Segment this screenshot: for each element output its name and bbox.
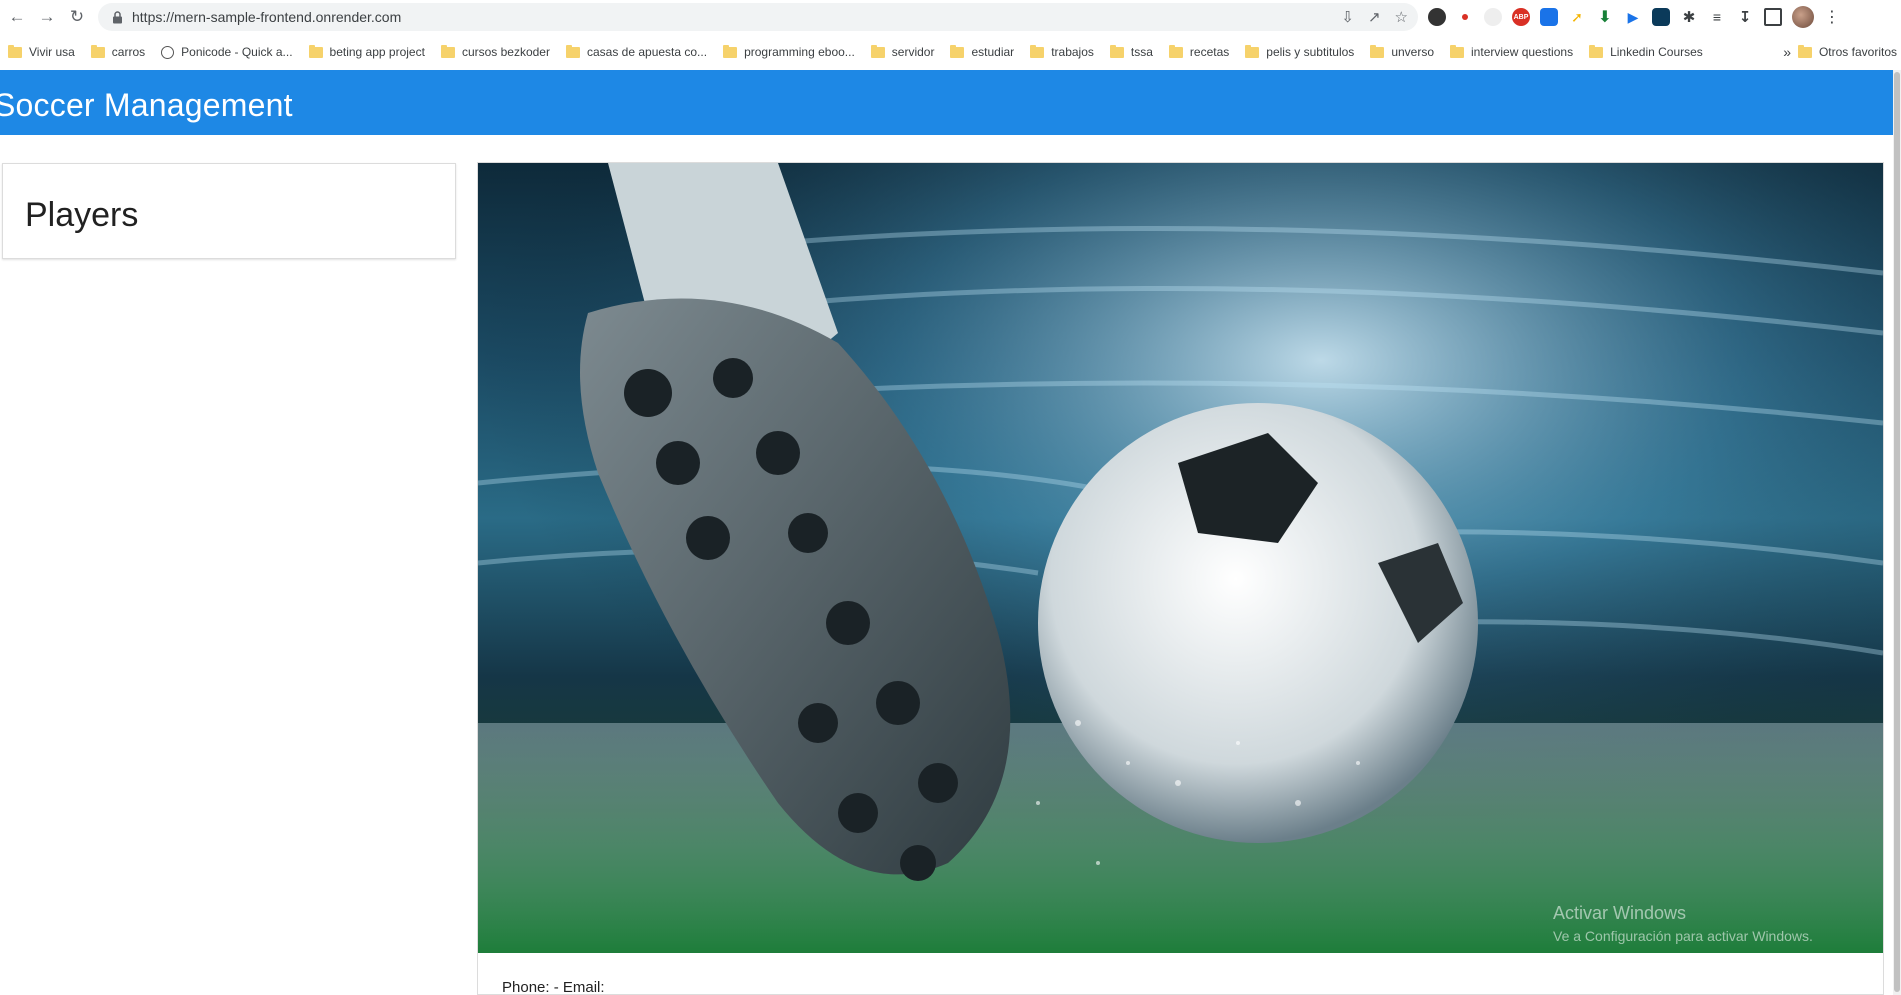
- hero-image: [478, 163, 1883, 953]
- bookmark-item[interactable]: Linkedin Courses: [1581, 40, 1711, 64]
- reading-list-icon[interactable]: ≡: [1708, 8, 1726, 26]
- bookmark-label: trabajos: [1051, 45, 1094, 59]
- puzzle-icon[interactable]: ✱: [1680, 8, 1698, 26]
- bookmark-item[interactable]: interview questions: [1442, 40, 1581, 64]
- watermark-line1: Activar Windows: [1553, 903, 1687, 923]
- bookmark-label: tssa: [1130, 45, 1153, 59]
- bookmark-label: casas de apuesta co...: [586, 45, 708, 59]
- bookmark-item[interactable]: Ponicode - Quick a...: [153, 40, 300, 64]
- main-content-card: Phone: - Email:: [477, 162, 1884, 995]
- downloads-icon[interactable]: ↧: [1736, 8, 1754, 26]
- back-icon[interactable]: ←: [4, 4, 30, 30]
- windows-activation-watermark: Activar Windows Ve a Configuración para …: [1553, 903, 1813, 944]
- bookmark-label: beting app project: [329, 45, 425, 59]
- folder-icon: [1168, 44, 1183, 58]
- scrollbar-thumb[interactable]: [1894, 72, 1900, 992]
- folder-icon: [8, 44, 22, 58]
- install-icon[interactable]: ⇩: [1341, 8, 1354, 26]
- contact-line: Phone: - Email:: [502, 979, 605, 995]
- bookmark-label: cursos bezkoder: [461, 45, 550, 59]
- bookmark-label: Vivir usa: [29, 45, 75, 59]
- folder-icon: [565, 44, 580, 58]
- watermark-line2: Ve a Configuración para activar Windows.: [1553, 928, 1813, 944]
- record-extension-icon[interactable]: [1456, 8, 1474, 26]
- extension-icon[interactable]: ➚: [1568, 8, 1586, 26]
- site-icon: [161, 45, 175, 59]
- bookmark-item[interactable]: casas de apuesta co...: [558, 40, 715, 64]
- bookmark-label: programming eboo...: [744, 45, 855, 59]
- extension-icon[interactable]: ▶: [1624, 8, 1642, 26]
- bookmark-label: servidor: [891, 45, 935, 59]
- extension-icon[interactable]: [1428, 8, 1446, 26]
- browser-toolbar: ← → ↻ https://mern-sample-frontend.onren…: [0, 0, 1901, 34]
- extension-icon[interactable]: [1540, 8, 1558, 26]
- bookmark-item[interactable]: tssa: [1102, 40, 1161, 64]
- bookmark-item[interactable]: beting app project: [301, 40, 433, 64]
- folder-icon: [1109, 44, 1124, 58]
- profile-avatar[interactable]: [1792, 6, 1814, 28]
- folder-icon: [1589, 44, 1604, 58]
- bookmark-label: Ponicode - Quick a...: [181, 45, 293, 59]
- app-title: Soccer Management: [0, 87, 293, 123]
- extension-icon[interactable]: [1652, 8, 1670, 26]
- bookmark-label: estudiar: [971, 45, 1015, 59]
- extension-icon[interactable]: [1484, 8, 1502, 26]
- folder-icon: [1030, 44, 1045, 58]
- bookmark-label: pelis y subtitulos: [1266, 45, 1355, 59]
- reload-icon[interactable]: ↻: [64, 4, 90, 30]
- bookmark-item[interactable]: estudiar: [942, 40, 1022, 64]
- adblock-icon[interactable]: ABP: [1512, 8, 1530, 26]
- bookmark-item[interactable]: servidor: [863, 40, 943, 64]
- bookmark-label: unverso: [1391, 45, 1435, 59]
- address-bar[interactable]: https://mern-sample-frontend.onrender.co…: [98, 3, 1418, 31]
- folder-icon: [870, 44, 885, 58]
- bookmark-item[interactable]: trabajos: [1022, 40, 1102, 64]
- bookmark-item[interactable]: programming eboo...: [715, 40, 863, 64]
- star-icon[interactable]: ☆: [1395, 8, 1408, 26]
- bookmark-label: carros: [111, 45, 146, 59]
- bookmark-item[interactable]: Vivir usa: [0, 40, 83, 64]
- other-bookmarks[interactable]: Otros favoritos: [1790, 38, 1901, 66]
- forward-icon[interactable]: →: [34, 4, 60, 30]
- bookmark-label: Linkedin Courses: [1610, 45, 1703, 59]
- folder-icon: [308, 44, 323, 58]
- players-title[interactable]: Players: [25, 196, 138, 235]
- bookmarks-bar: Vivir usa carros Ponicode - Quick a... beti…: [0, 38, 1901, 66]
- folder-icon: [1245, 44, 1260, 58]
- folder-icon: [723, 44, 738, 58]
- bookmark-label: interview questions: [1471, 45, 1574, 59]
- menu-icon[interactable]: ⋮: [1824, 7, 1840, 27]
- bookmark-item[interactable]: pelis y subtitulos: [1237, 40, 1362, 64]
- url-text[interactable]: https://mern-sample-frontend.onrender.co…: [132, 9, 401, 25]
- folder-icon: [1370, 44, 1385, 58]
- players-card[interactable]: Players: [2, 163, 456, 259]
- folder-icon: [1450, 44, 1465, 58]
- folder-icon: [950, 44, 965, 58]
- folder-icon: [90, 44, 105, 58]
- soccer-boot-ball-image: [478, 163, 1883, 953]
- share-icon[interactable]: ↗: [1368, 8, 1381, 26]
- side-panel-icon[interactable]: [1764, 8, 1782, 26]
- lock-icon[interactable]: [110, 10, 124, 24]
- bookmark-item[interactable]: carros: [83, 40, 153, 64]
- other-bookmarks-label: Otros favoritos: [1818, 45, 1897, 59]
- bookmark-item[interactable]: recetas: [1161, 40, 1237, 64]
- folder-icon: [1797, 44, 1812, 58]
- download-extension-icon[interactable]: ⬇: [1596, 8, 1614, 26]
- bookmark-item[interactable]: unverso: [1362, 40, 1442, 64]
- bookmark-item[interactable]: cursos bezkoder: [433, 40, 558, 64]
- bookmark-label: recetas: [1189, 45, 1230, 59]
- folder-icon: [440, 44, 455, 58]
- app-header: Soccer Management: [0, 70, 1893, 135]
